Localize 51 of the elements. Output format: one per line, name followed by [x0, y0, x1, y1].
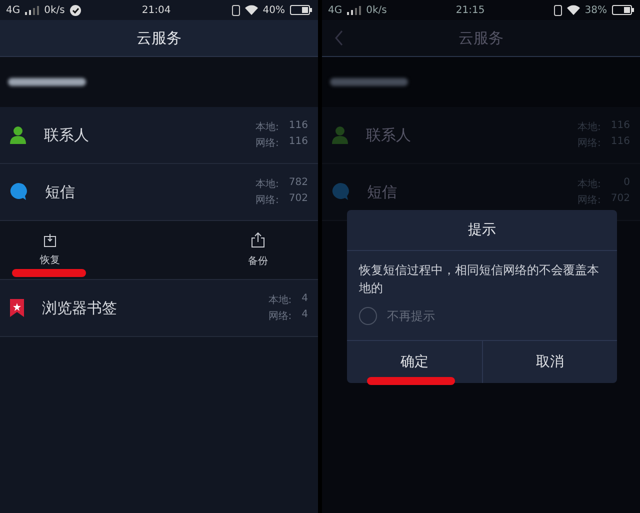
chat-bubble-icon — [332, 183, 349, 201]
stat-value: 782 — [288, 177, 308, 190]
signal-icon — [347, 6, 362, 14]
bookmark-icon — [10, 299, 24, 317]
dialog-title: 提示 — [468, 221, 496, 239]
network-type: 4G — [328, 4, 342, 16]
stat-value: 702 — [288, 193, 308, 206]
vibrate-icon — [232, 4, 240, 16]
stat-value: 116 — [288, 120, 308, 133]
tray-download-icon — [44, 233, 56, 247]
stat-label: 网络: — [256, 137, 279, 150]
clock-time: 21:15 — [456, 4, 485, 16]
stat-label: 本地: — [256, 120, 279, 134]
person-icon — [332, 126, 348, 144]
clock-time: 21:04 — [142, 4, 171, 16]
dialog-button[interactable]: 确定 — [347, 341, 482, 383]
battery-percent: 38% — [584, 4, 608, 16]
screen-title: 云服务 — [458, 28, 504, 48]
network-speed: 0k/s — [44, 4, 65, 16]
network-type: 4G — [6, 4, 20, 16]
stat-value: 4 — [302, 309, 308, 322]
item-name: 浏览器书签 — [42, 298, 118, 318]
signal-icon — [25, 6, 40, 14]
stat-label: 本地: — [256, 178, 279, 191]
chat-bubble-icon — [10, 183, 27, 201]
screen-title: 云服务 — [136, 28, 182, 48]
dialog-message: 恢复短信过程中，相同短信网络的不会覆盖本地的 — [359, 262, 600, 297]
wifi-icon — [244, 5, 258, 15]
item-name: 短信 — [367, 182, 398, 202]
wifi-icon — [566, 5, 580, 15]
sync-item-row[interactable]: 浏览器书签 本地: 4 网络: 4 — [0, 280, 318, 337]
restore-button[interactable]: 恢复 — [40, 233, 60, 267]
backup-button[interactable]: 备份 — [248, 232, 268, 268]
person-icon — [10, 126, 26, 144]
stat-value: 4 — [302, 293, 308, 306]
stat-value: 116 — [288, 136, 308, 149]
item-name: 短信 — [45, 182, 76, 202]
vibrate-icon — [554, 4, 562, 16]
battery-icon — [612, 5, 634, 15]
item-name: 联系人 — [366, 126, 412, 144]
network-speed: 0k/s — [366, 4, 387, 16]
battery-percent: 40% — [262, 4, 286, 16]
stat-label: 网络: — [268, 310, 292, 323]
dialog-button[interactable]: 取消 — [482, 341, 617, 383]
stat-label: 网络: — [256, 194, 279, 207]
item-name: 联系人 — [44, 126, 90, 144]
sync-item-row[interactable]: 短信 本地: 782 网络: 702 — [0, 164, 318, 221]
share-upload-icon — [251, 232, 265, 248]
battery-icon — [290, 5, 312, 15]
sync-item-row[interactable]: 联系人 本地: 116 网络: 116 — [0, 107, 318, 164]
stat-label: 本地: — [268, 294, 292, 307]
